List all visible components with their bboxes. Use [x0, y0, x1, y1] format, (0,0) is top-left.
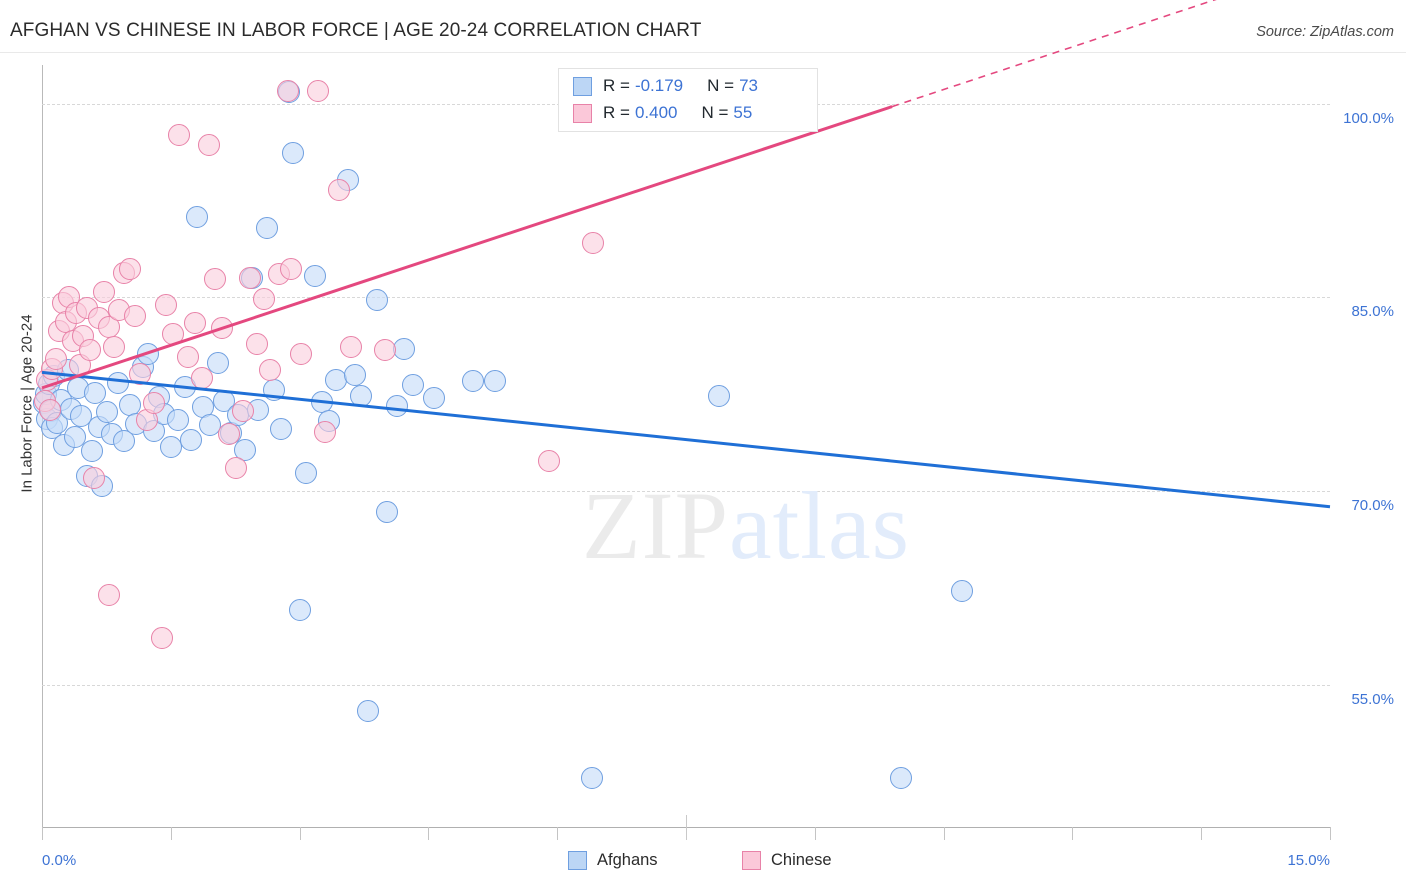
x-tick — [1201, 827, 1203, 840]
legend-r-key-pink: R = — [603, 103, 630, 122]
x-axis-max-label: 15.0% — [1287, 852, 1330, 869]
legend-swatch-blue — [573, 76, 592, 96]
series-label-chinese: Chinese — [771, 851, 832, 869]
x-tick — [557, 827, 559, 840]
x-tick — [170, 827, 172, 840]
x-axis-min-label: 0.0% — [42, 852, 77, 869]
legend-row-chinese: R = 0.400 N = 55 — [573, 100, 752, 126]
y-tick-label: 85.0% — [1351, 303, 1394, 321]
correlation-chart: AFGHAN VS CHINESE IN LABOR FORCE | AGE 2… — [0, 0, 1406, 892]
y-tick-label: 100.0% — [1343, 109, 1394, 127]
y-tick-label: 70.0% — [1351, 497, 1394, 515]
x-tick — [1072, 827, 1074, 840]
trend-line-chinese — [41, 105, 893, 390]
legend-swatch-pink — [573, 103, 592, 123]
series-swatch-afghans — [568, 851, 587, 870]
plot-area: ZIPatlas — [32, 0, 1331, 827]
legend-r-key-blue: R = — [603, 76, 630, 95]
series-legend-afghans[interactable]: Afghans — [568, 851, 658, 870]
page-title: AFGHAN VS CHINESE IN LABOR FORCE | AGE 2… — [10, 20, 702, 41]
x-tick — [428, 827, 430, 840]
legend-row-afghans: R = -0.179 N = 73 — [573, 73, 758, 99]
trend-lines — [41, 0, 1331, 509]
legend-n-value-blue: 73 — [739, 76, 758, 95]
legend-n-key-blue: N = — [707, 76, 735, 95]
series-label-afghans: Afghans — [597, 851, 658, 869]
legend-n-value-pink: 55 — [733, 103, 753, 122]
source-attribution: Source: ZipAtlas.com — [1256, 24, 1394, 40]
x-tick — [686, 815, 687, 840]
x-tick — [299, 827, 301, 840]
trend-line-afghans — [41, 370, 1331, 509]
legend-n-key-pink: N = — [701, 103, 729, 122]
legend-r-value-blue: -0.179 — [634, 76, 684, 95]
correlation-legend: R = -0.179 N = 73 R = 0.400 N = 55 — [558, 68, 818, 132]
x-tick — [814, 827, 816, 840]
series-legend-chinese[interactable]: Chinese — [742, 851, 832, 870]
y-tick-label: 55.0% — [1351, 690, 1394, 708]
series-swatch-chinese — [742, 851, 761, 870]
header-divider — [0, 52, 1406, 53]
legend-r-value-pink: 0.400 — [634, 103, 678, 122]
x-tick — [42, 827, 43, 840]
x-tick — [1330, 827, 1331, 840]
x-tick — [943, 827, 945, 840]
trend-line-chinese-extension — [891, 0, 1217, 108]
